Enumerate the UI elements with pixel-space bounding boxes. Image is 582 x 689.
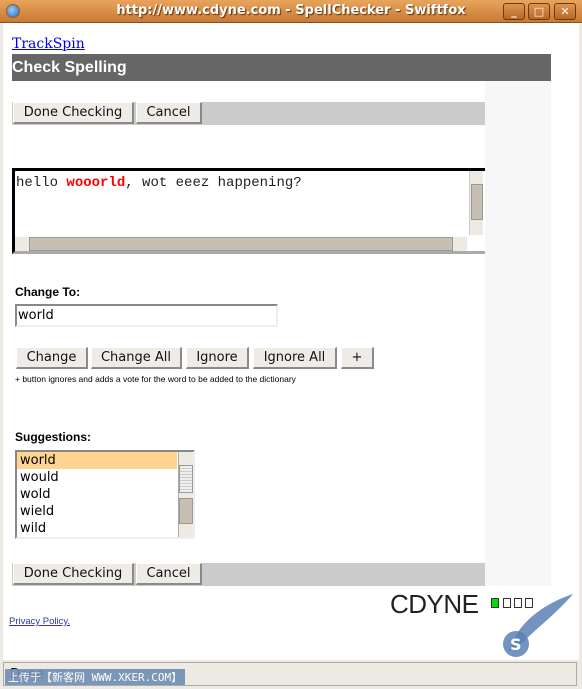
editor-text: , wot eeez happening? bbox=[125, 175, 302, 191]
vertical-scrollbar[interactable] bbox=[469, 171, 483, 235]
top-button-bar: Done Checking Cancel bbox=[12, 102, 485, 125]
suggestions-scrollbar[interactable] bbox=[178, 452, 193, 537]
privacy-policy-link[interactable]: Privacy Policy. bbox=[9, 616, 70, 627]
plus-button-note: + button ignores and adds a vote for the… bbox=[15, 374, 296, 384]
misspelled-word[interactable]: wooorld bbox=[66, 175, 125, 191]
change-to-label: Change To: bbox=[15, 285, 81, 299]
change-button[interactable]: Change bbox=[16, 347, 88, 369]
page-title: Check Spelling bbox=[12, 54, 551, 81]
horizontal-scrollbar[interactable] bbox=[15, 237, 467, 251]
bottom-button-bar: Done Checking Cancel bbox=[12, 563, 485, 586]
suggestion-item[interactable]: world bbox=[17, 452, 177, 469]
change-all-button[interactable]: Change All bbox=[91, 347, 182, 369]
spellcheck-panel: Done Checking Cancel hello wooorld, wot … bbox=[12, 81, 551, 586]
add-to-dictionary-button[interactable]: + bbox=[341, 347, 374, 369]
cancel-button-bottom[interactable]: Cancel bbox=[136, 563, 202, 585]
ignore-all-button[interactable]: Ignore All bbox=[253, 347, 337, 369]
close-button[interactable]: ✕ bbox=[554, 3, 576, 20]
suggestion-item[interactable]: wild bbox=[17, 520, 177, 537]
suggestions-list[interactable]: world would wold wield wild bbox=[15, 450, 195, 539]
change-to-input[interactable]: world bbox=[15, 304, 278, 327]
done-checking-button[interactable]: Done Checking bbox=[13, 102, 134, 124]
ignore-button[interactable]: Ignore bbox=[186, 347, 249, 369]
watermark-logo-icon: S bbox=[503, 594, 573, 657]
trackspin-link[interactable]: TrackSpin bbox=[12, 36, 85, 52]
suggestion-item[interactable]: would bbox=[17, 469, 177, 486]
done-checking-button-bottom[interactable]: Done Checking bbox=[13, 563, 134, 585]
suggestion-item[interactable]: wold bbox=[17, 486, 177, 503]
text-editor[interactable]: hello wooorld, wot eeez happening? bbox=[12, 168, 485, 254]
minimize-button[interactable]: _ bbox=[503, 3, 525, 20]
suggestions-label: Suggestions: bbox=[15, 430, 92, 444]
maximize-button[interactable]: □ bbox=[528, 3, 550, 20]
cancel-button[interactable]: Cancel bbox=[136, 102, 202, 124]
window-title: http://www.cdyne.com - SpellChecker - Sw… bbox=[116, 3, 466, 18]
title-bar: http://www.cdyne.com - SpellChecker - Sw… bbox=[0, 0, 582, 23]
svg-text:S: S bbox=[510, 635, 522, 654]
page-content: TrackSpin Check Spelling Done Checking C… bbox=[3, 23, 579, 660]
cdyne-logo: CDYNE bbox=[390, 589, 479, 619]
editor-text: hello bbox=[16, 175, 67, 191]
suggestion-item[interactable]: wield bbox=[17, 503, 177, 520]
watermark-text: 上传于【新客网 WWW.XKER.COM】 bbox=[5, 669, 186, 685]
